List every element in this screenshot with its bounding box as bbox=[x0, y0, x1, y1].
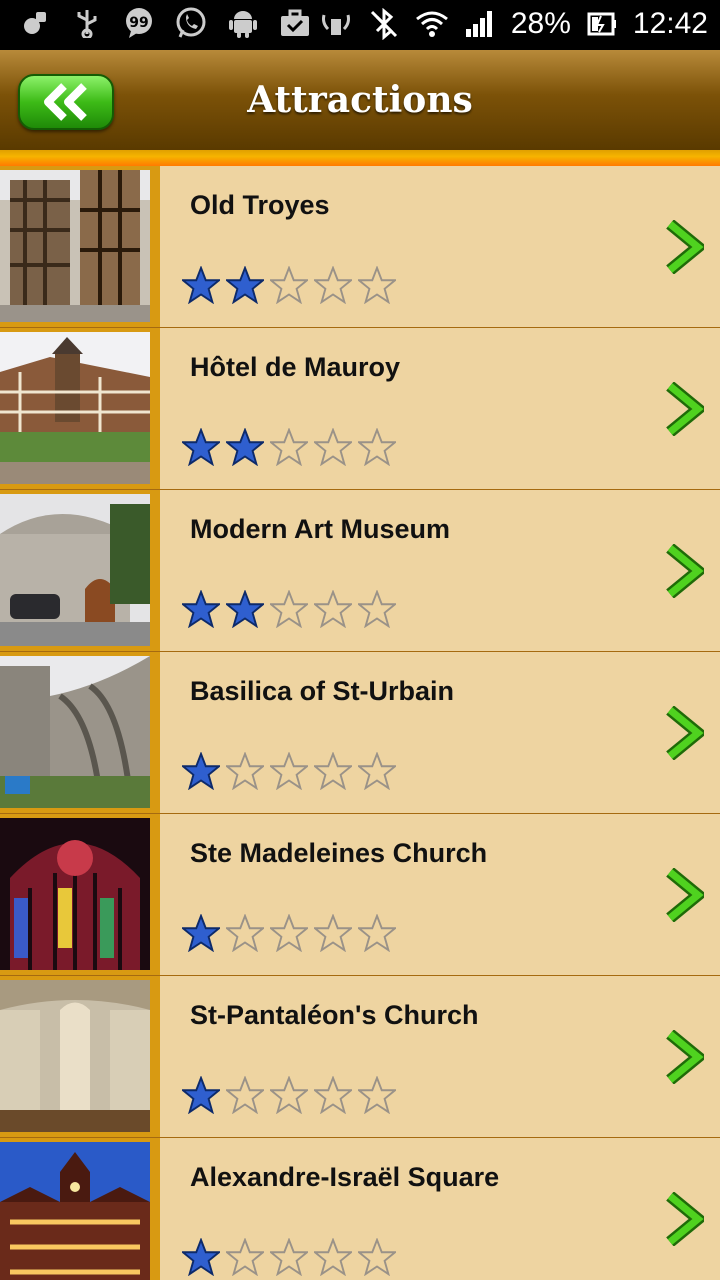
star-icon bbox=[314, 428, 352, 466]
star-icon bbox=[270, 752, 308, 790]
list-item[interactable]: Alexandre-Israël Square bbox=[0, 1138, 720, 1280]
star-icon bbox=[314, 914, 352, 952]
attraction-name: Hôtel de Mauroy bbox=[190, 352, 401, 382]
star-icon bbox=[358, 266, 396, 304]
star-icon bbox=[358, 590, 396, 628]
thumbnail-frame bbox=[0, 1138, 160, 1280]
chevron-right-icon[interactable] bbox=[664, 868, 704, 922]
list-item[interactable]: Old Troyes bbox=[0, 166, 720, 328]
usb-icon bbox=[70, 6, 104, 40]
svg-text:99: 99 bbox=[129, 15, 148, 31]
thumbnail-frame bbox=[0, 490, 160, 651]
star-icon bbox=[182, 914, 220, 952]
attraction-name: Basilica of St-Urbain bbox=[190, 676, 455, 706]
thumbnail-frame bbox=[0, 652, 160, 813]
status-bar: 99 28% 12:42 bbox=[0, 0, 720, 50]
attraction-name: Alexandre-Israël Square bbox=[190, 1162, 500, 1192]
star-icon bbox=[182, 1076, 220, 1114]
star-icon bbox=[314, 266, 352, 304]
star-icon bbox=[358, 428, 396, 466]
attraction-thumbnail bbox=[0, 332, 150, 484]
star-icon bbox=[182, 1238, 220, 1276]
wifi-icon bbox=[415, 7, 449, 41]
list-item[interactable]: St-Pantaléon's Church bbox=[0, 976, 720, 1138]
star-icon bbox=[226, 914, 264, 952]
chevron-right-icon[interactable] bbox=[664, 220, 704, 274]
star-rating bbox=[182, 1238, 396, 1276]
status-right-icons: 28% 12:42 bbox=[319, 4, 708, 44]
android-icon bbox=[226, 6, 260, 40]
star-icon bbox=[182, 266, 220, 304]
star-rating bbox=[182, 266, 396, 304]
list-item[interactable]: Basilica of St-Urbain bbox=[0, 652, 720, 814]
star-icon bbox=[226, 1238, 264, 1276]
chevron-right-icon[interactable] bbox=[664, 706, 704, 760]
star-icon bbox=[226, 1076, 264, 1114]
cell-signal-icon bbox=[463, 7, 497, 41]
chevron-right-icon[interactable] bbox=[664, 544, 704, 598]
attraction-name: St-Pantaléon's Church bbox=[190, 1000, 479, 1030]
star-rating bbox=[182, 590, 396, 628]
star-icon bbox=[270, 266, 308, 304]
star-icon bbox=[314, 752, 352, 790]
chevron-right-icon[interactable] bbox=[664, 1192, 704, 1246]
star-rating bbox=[182, 1076, 396, 1114]
thumbnail-frame bbox=[0, 814, 160, 975]
chevron-right-icon[interactable] bbox=[664, 1030, 704, 1084]
status-left-icons: 99 bbox=[18, 6, 312, 40]
app-header: Attractions bbox=[0, 50, 720, 150]
signal-tower-icon bbox=[319, 7, 353, 41]
back-button[interactable] bbox=[18, 74, 114, 130]
attraction-thumbnail bbox=[0, 818, 150, 970]
star-icon bbox=[358, 1076, 396, 1114]
thumbnail-frame bbox=[0, 328, 160, 489]
star-icon bbox=[182, 752, 220, 790]
chat-icon: 99 bbox=[122, 6, 156, 40]
thumbnail-frame bbox=[0, 976, 160, 1137]
star-icon bbox=[358, 914, 396, 952]
clock: 12:42 bbox=[632, 7, 708, 40]
whatsapp-icon bbox=[174, 6, 208, 40]
star-icon bbox=[270, 590, 308, 628]
star-icon bbox=[314, 590, 352, 628]
header-divider bbox=[0, 150, 720, 166]
star-rating bbox=[182, 752, 396, 790]
list-item[interactable]: Hôtel de Mauroy bbox=[0, 328, 720, 490]
attraction-thumbnail bbox=[0, 170, 150, 322]
star-icon bbox=[270, 1238, 308, 1276]
star-icon bbox=[226, 752, 264, 790]
bluetooth-icon bbox=[367, 7, 401, 41]
list-item[interactable]: Modern Art Museum bbox=[0, 490, 720, 652]
star-icon bbox=[226, 590, 264, 628]
star-icon bbox=[270, 914, 308, 952]
attraction-thumbnail bbox=[0, 980, 150, 1132]
attraction-name: Ste Madeleines Church bbox=[190, 838, 488, 868]
star-rating bbox=[182, 914, 396, 952]
attractions-list[interactable]: Old Troyes Hôtel de Mauroy Modern Art Mu… bbox=[0, 166, 720, 1280]
attraction-thumbnail bbox=[0, 494, 150, 646]
star-icon bbox=[226, 428, 264, 466]
thumbnail-frame bbox=[0, 166, 160, 327]
chevron-right-icon[interactable] bbox=[664, 382, 704, 436]
star-icon bbox=[358, 1238, 396, 1276]
star-icon bbox=[314, 1238, 352, 1276]
star-icon bbox=[358, 752, 396, 790]
attraction-thumbnail bbox=[0, 656, 150, 808]
star-icon bbox=[270, 1076, 308, 1114]
briefcase-icon bbox=[278, 6, 312, 40]
attraction-thumbnail bbox=[0, 1142, 150, 1280]
battery-icon bbox=[585, 7, 619, 41]
attraction-name: Modern Art Museum bbox=[190, 514, 451, 544]
star-icon bbox=[182, 428, 220, 466]
battery-percent: 28% bbox=[510, 7, 571, 40]
star-icon bbox=[314, 1076, 352, 1114]
star-icon bbox=[182, 590, 220, 628]
attraction-name: Old Troyes bbox=[190, 190, 330, 220]
star-icon bbox=[226, 266, 264, 304]
list-item[interactable]: Ste Madeleines Church bbox=[0, 814, 720, 976]
notification-icon bbox=[18, 6, 52, 40]
double-chevron-left-icon bbox=[44, 83, 87, 121]
star-icon bbox=[270, 428, 308, 466]
star-rating bbox=[182, 428, 396, 466]
